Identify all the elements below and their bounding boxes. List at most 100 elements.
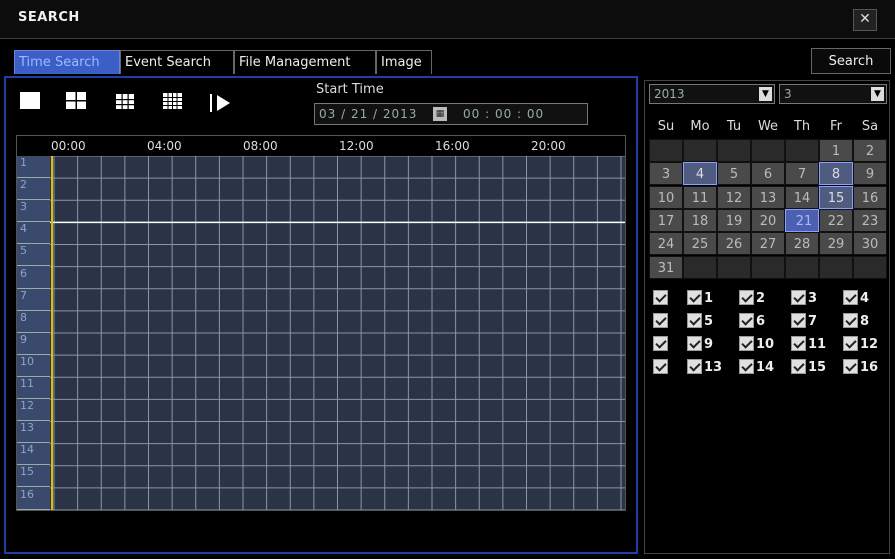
tab-image[interactable]: Image [376,50,432,74]
calendar-day[interactable]: 21 [785,208,819,232]
select-all-row-checkbox[interactable] [653,359,670,380]
checkbox-icon[interactable] [739,336,754,351]
chevron-down-icon[interactable]: ▼ [759,87,772,101]
calendar-day[interactable]: 19 [717,208,751,232]
calendar-day[interactable]: 7 [785,162,819,186]
calendar-empty-cell [785,255,819,279]
calendar-day[interactable]: 15 [819,185,853,209]
hour-label: 08:00 [243,139,278,153]
chevron-down-icon[interactable]: ▼ [871,87,884,101]
calendar-day[interactable]: 2 [853,139,887,162]
channel-checkbox[interactable]: 16 [843,359,878,380]
checkbox-icon[interactable] [653,336,668,351]
start-time-field[interactable]: 03 / 21 / 2013 ▦ 00 : 00 : 00 [314,103,588,125]
channel-label: 5 [17,244,50,267]
calendar-day[interactable]: 30 [853,232,887,256]
calendar-day[interactable]: 28 [785,232,819,256]
checkbox-icon[interactable] [791,336,806,351]
checkbox-icon[interactable] [791,290,806,305]
start-time-input[interactable]: 00 : 00 : 00 [463,107,544,121]
channel-checkbox[interactable]: 3 [791,290,817,311]
checkbox-icon[interactable] [843,290,858,305]
calendar-day[interactable]: 12 [717,185,751,209]
channel-checkbox[interactable]: 7 [791,313,817,334]
timeline-cells[interactable] [50,156,625,510]
calendar-day[interactable]: 24 [649,232,683,256]
checkbox-icon[interactable] [791,359,806,374]
channel-checkbox[interactable]: 2 [739,290,765,311]
timeline-grid[interactable]: 00:00 04:00 08:00 12:00 16:00 20:00 1234… [16,135,626,511]
year-select[interactable]: 2013 ▼ [649,84,775,104]
tab-time-search[interactable]: Time Search [14,50,120,74]
channel-checkbox[interactable]: 4 [843,290,869,311]
calendar-day[interactable]: 25 [683,232,717,256]
calendar-day[interactable]: 29 [819,232,853,256]
channel-label: 1 [17,156,50,178]
search-button[interactable]: Search [811,48,891,74]
channel-checkbox[interactable]: 6 [739,313,765,334]
calendar-empty-cell [717,139,751,162]
tab-event-search[interactable]: Event Search [120,50,234,74]
checkbox-icon[interactable] [687,313,702,328]
calendar-day[interactable]: 8 [819,162,853,186]
nine-view-icon[interactable] [112,90,138,112]
calendar-day[interactable]: 6 [751,162,785,186]
calendar-day[interactable]: 17 [649,208,683,232]
calendar-day[interactable]: 23 [853,208,887,232]
calendar-day[interactable]: 31 [649,255,683,279]
month-select[interactable]: 3 ▼ [779,84,887,104]
checkbox-icon[interactable] [843,359,858,374]
channel-checkbox[interactable]: 10 [739,336,774,357]
calendar-day[interactable]: 10 [649,185,683,209]
checkbox-label: 15 [808,360,827,375]
channel-checkbox[interactable]: 15 [791,359,827,380]
select-all-row-checkbox[interactable] [653,290,670,311]
checkbox-icon[interactable] [653,313,668,328]
channel-checkbox[interactable]: 12 [843,336,878,357]
checkbox-icon[interactable] [843,336,858,351]
channel-checkbox[interactable]: 14 [739,359,774,380]
checkbox-icon[interactable] [843,313,858,328]
calendar-empty-cell [853,255,887,279]
calendar-day[interactable]: 27 [751,232,785,256]
calendar-day[interactable]: 5 [717,162,751,186]
checkbox-icon[interactable] [653,359,668,374]
calendar-day[interactable]: 13 [751,185,785,209]
tab-file-management[interactable]: File Management [234,50,376,74]
checkbox-icon[interactable] [687,336,702,351]
checkbox-icon[interactable] [791,313,806,328]
channel-checkbox[interactable]: 1 [687,290,713,311]
checkbox-icon[interactable] [739,290,754,305]
close-icon[interactable]: ✕ [853,9,877,31]
channel-checkbox[interactable]: 8 [843,313,869,334]
channel-checkbox[interactable]: 5 [687,313,713,334]
checkbox-icon[interactable] [687,359,702,374]
channel-checkbox[interactable]: 11 [791,336,826,357]
select-all-row-checkbox[interactable] [653,313,670,334]
calendar-icon[interactable]: ▦ [433,107,447,121]
calendar-day[interactable]: 9 [853,162,887,186]
calendar-day[interactable]: 18 [683,208,717,232]
checkbox-icon[interactable] [687,290,702,305]
checkbox-icon[interactable] [653,290,668,305]
calendar-day[interactable]: 16 [853,185,887,209]
checkbox-icon[interactable] [739,313,754,328]
channel-checkbox[interactable]: 9 [687,336,713,357]
calendar-day[interactable]: 14 [785,185,819,209]
calendar-day[interactable]: 26 [717,232,751,256]
calendar-day[interactable]: 3 [649,162,683,186]
calendar-day[interactable]: 4 [683,162,717,186]
select-all-row-checkbox[interactable] [653,336,670,357]
single-view-icon[interactable] [18,90,44,112]
quad-view-icon[interactable] [64,90,90,112]
checkbox-icon[interactable] [739,359,754,374]
channel-checkbox[interactable]: 13 [687,359,722,380]
weekday-label: Fr [830,119,842,134]
calendar-day[interactable]: 20 [751,208,785,232]
calendar-day[interactable]: 1 [819,139,853,162]
calendar-day[interactable]: 22 [819,208,853,232]
start-date-input[interactable]: 03 / 21 / 2013 [319,107,417,121]
calendar-day[interactable]: 11 [683,185,717,209]
play-icon[interactable] [208,92,234,114]
sixteen-view-icon[interactable] [160,90,186,112]
